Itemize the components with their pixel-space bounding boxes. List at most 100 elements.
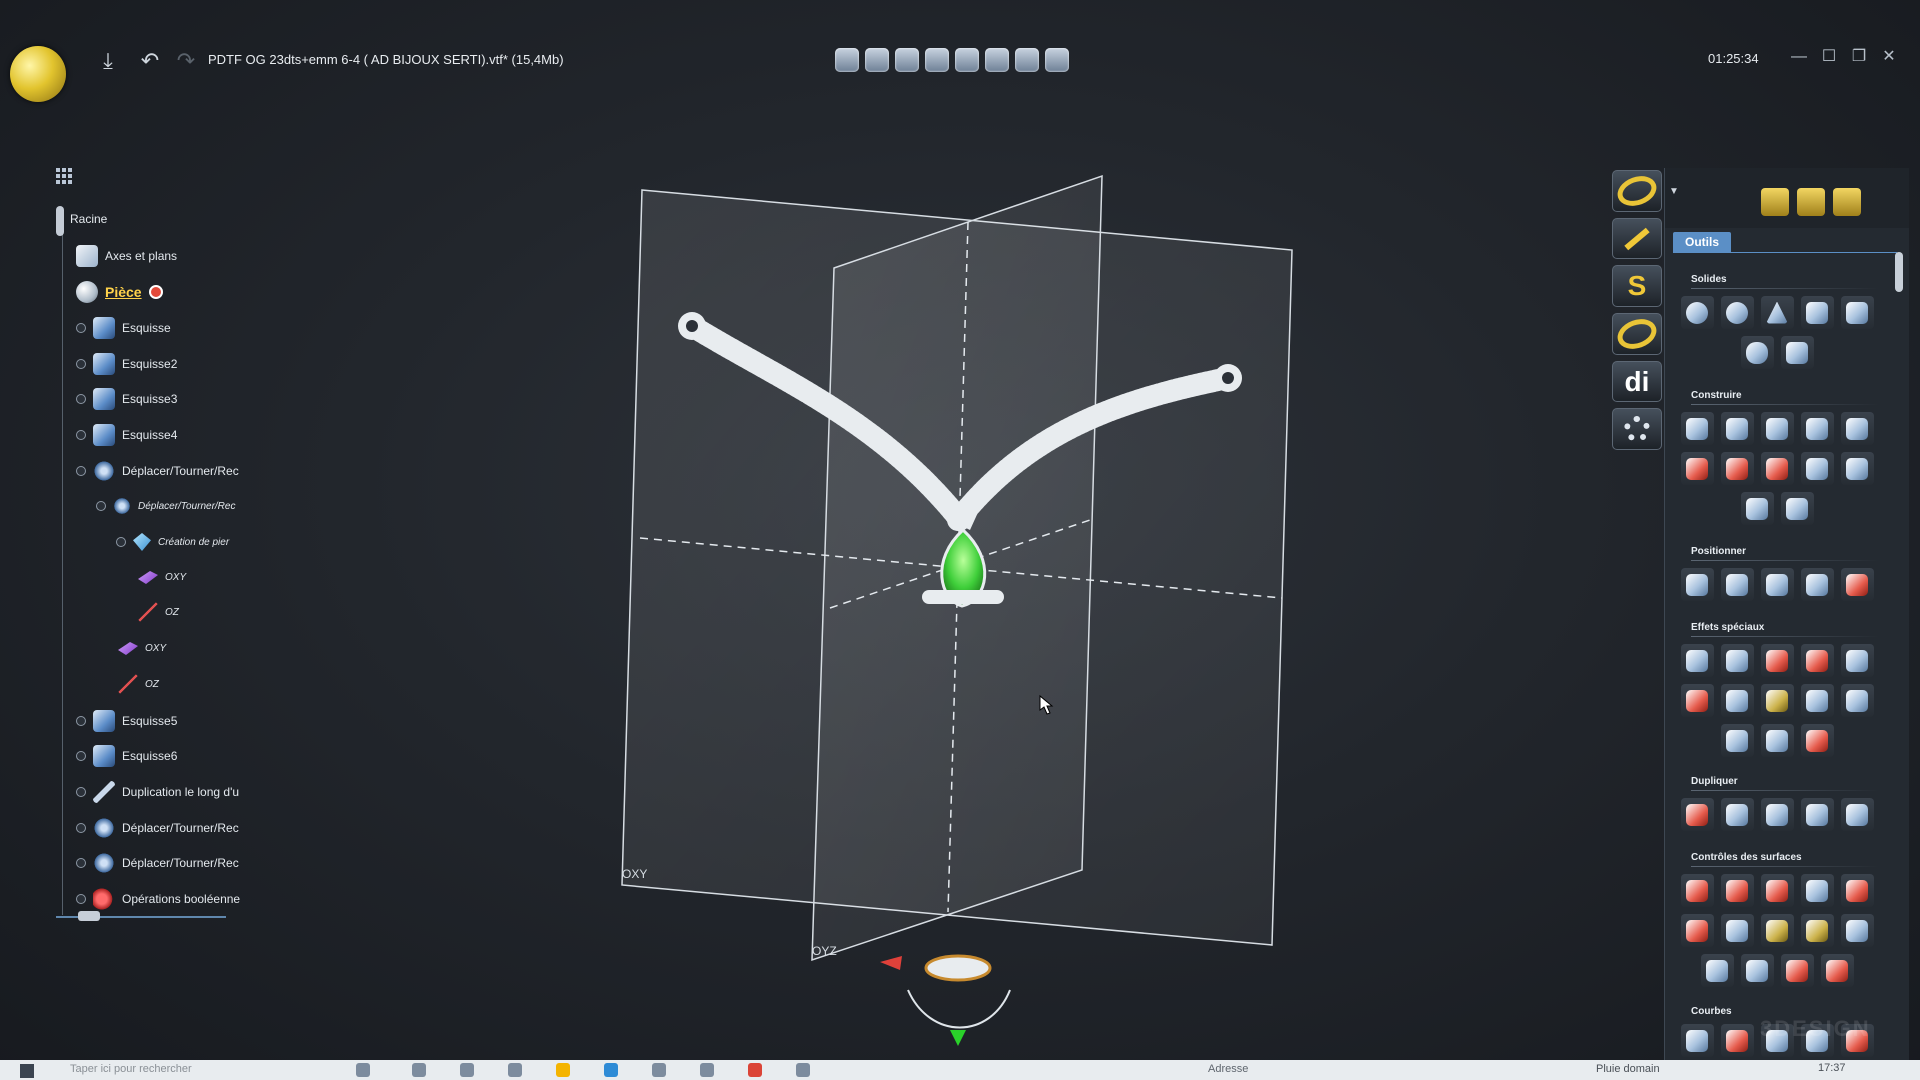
extrude-tool-icon[interactable] [1680, 412, 1714, 445]
color-icon[interactable] [1015, 48, 1039, 72]
split-tool-icon[interactable] [1760, 874, 1794, 907]
cut-tool-icon[interactable] [1760, 644, 1794, 677]
panel-scrollbar[interactable] [1895, 252, 1903, 292]
measure-icon[interactable] [865, 48, 889, 72]
tree-item-esquisse2[interactable]: Esquisse2 [76, 352, 177, 376]
capsule-tool-icon[interactable] [1740, 336, 1774, 369]
control-points-tool-icon[interactable] [1680, 874, 1714, 907]
color-surface-tool-icon[interactable] [1760, 914, 1794, 947]
expand-icon[interactable] [76, 751, 86, 761]
app-icon[interactable] [700, 1063, 714, 1077]
tree-item-esquisse[interactable]: Esquisse [76, 316, 171, 340]
sphere-tool-icon[interactable] [1680, 296, 1714, 329]
tree-item-move-rotate-3[interactable]: Déplacer/Tourner/Rec [76, 851, 239, 875]
weather-status[interactable]: Pluie domain [1596, 1063, 1660, 1075]
lattice-icon[interactable] [925, 48, 949, 72]
tree-item-move-rotate-child[interactable]: Déplacer/Tourner/Rec [96, 494, 235, 518]
edge-icon[interactable] [604, 1063, 618, 1077]
tree-item-esquisse4[interactable]: Esquisse4 [76, 423, 177, 447]
drawing-module-button[interactable] [1612, 217, 1662, 260]
tree-item-move-rotate-2[interactable]: Déplacer/Tourner/Rec [76, 816, 239, 840]
emboss-tool-icon[interactable] [1680, 644, 1714, 677]
grid-view-icon[interactable] [1045, 48, 1069, 72]
torus-tool-icon[interactable] [1720, 296, 1754, 329]
tree-item-oz-inner[interactable]: OZ [138, 600, 179, 624]
tree-item-duplication[interactable]: Duplication le long d'u [76, 780, 239, 804]
tree-item-esquisse5[interactable]: Esquisse5 [76, 709, 177, 733]
app-icon[interactable] [412, 1063, 426, 1077]
parts-icon[interactable] [1761, 188, 1789, 216]
save-icon[interactable]: ⤓ [95, 48, 121, 74]
blade-tool-icon[interactable] [1800, 452, 1834, 485]
box-deform-tool-icon[interactable] [1680, 914, 1714, 947]
snap-tool-icon[interactable] [1840, 568, 1874, 601]
sweep-tool-icon[interactable] [1760, 412, 1794, 445]
chrome-icon[interactable] [748, 1063, 762, 1077]
wrap-tool-icon[interactable] [1740, 954, 1774, 987]
tree-item-esquisse6[interactable]: Esquisse6 [76, 744, 177, 768]
expand-icon[interactable] [76, 858, 86, 868]
jewel-module-button[interactable] [1612, 313, 1662, 355]
project-tool-icon[interactable] [1720, 914, 1754, 947]
tree-item-oxy-inner[interactable]: OXY [138, 565, 186, 589]
tree-scrollbar[interactable] [56, 206, 64, 236]
expand-icon[interactable] [76, 466, 86, 476]
expand-icon[interactable] [76, 430, 86, 440]
surface-tool-icon[interactable] [1780, 492, 1814, 525]
expand-icon[interactable] [76, 323, 86, 333]
windows-start-icon[interactable] [20, 1064, 34, 1078]
stone-icon[interactable] [895, 48, 919, 72]
restore-icon[interactable]: ❐ [1848, 46, 1870, 68]
smooth-tool-icon[interactable] [1700, 954, 1734, 987]
transform-icon[interactable] [985, 48, 1009, 72]
undo-icon[interactable]: ↶ [137, 48, 163, 74]
hammer-tool-icon[interactable] [1720, 684, 1754, 717]
pattern-tool-icon[interactable] [1720, 644, 1754, 677]
folder-icon[interactable] [556, 1063, 570, 1077]
di-module-button[interactable]: di [1612, 360, 1662, 403]
minimize-icon[interactable]: — [1788, 46, 1810, 68]
tree-item-esquisse3[interactable]: Esquisse3 [76, 387, 177, 411]
tree-item-oxy[interactable]: OXY [118, 636, 166, 660]
expand-icon[interactable] [76, 359, 86, 369]
redo-icon[interactable]: ↷ [173, 48, 199, 74]
app-icon[interactable] [508, 1063, 522, 1077]
knife-tool-icon[interactable] [1840, 914, 1874, 947]
pin-tool-icon[interactable] [1800, 914, 1834, 947]
taskbar-search-input[interactable]: Taper ici pour rechercher [70, 1063, 192, 1075]
tab-outils[interactable]: Outils [1673, 232, 1731, 252]
cone-tool-icon[interactable] [1760, 296, 1794, 329]
expand-icon[interactable] [96, 501, 106, 511]
app-logo-icon[interactable] [10, 46, 66, 102]
tube-tool-icon[interactable] [1840, 296, 1874, 329]
settings-module-button[interactable] [1612, 408, 1662, 451]
align-tool-icon[interactable] [1800, 568, 1834, 601]
render-icon[interactable] [835, 48, 859, 72]
grid-copy-tool-icon[interactable] [1760, 798, 1794, 831]
seal-tool-icon[interactable] [1820, 954, 1854, 987]
fill-tool-icon[interactable] [1780, 954, 1814, 987]
close-icon[interactable]: ✕ [1878, 46, 1900, 68]
mesh-tool-icon[interactable] [1680, 452, 1714, 485]
app-icon[interactable] [652, 1063, 666, 1077]
tree-item-axes-et-plans[interactable]: Axes et plans [76, 244, 177, 268]
expand-icon[interactable] [76, 894, 86, 904]
shell-tool-icon[interactable] [1840, 452, 1874, 485]
task-view-icon[interactable] [356, 1063, 370, 1077]
bar-tool-icon[interactable] [1740, 492, 1774, 525]
expand-icon[interactable] [116, 537, 126, 547]
ring-module-button[interactable] [1612, 170, 1662, 212]
cylinder-tool-icon[interactable] [1800, 296, 1834, 329]
mirror-tool-icon[interactable] [1720, 798, 1754, 831]
app-icon[interactable] [460, 1063, 474, 1077]
circular-copy-tool-icon[interactable] [1680, 798, 1714, 831]
hole-tool-icon[interactable] [1680, 684, 1714, 717]
bend-tool-icon[interactable] [1760, 452, 1794, 485]
gem-tools-icon[interactable] [1797, 188, 1825, 216]
twist-tool-icon[interactable] [1800, 644, 1834, 677]
engrave-tool-icon[interactable] [1800, 684, 1834, 717]
place-tool-icon[interactable] [1760, 568, 1794, 601]
maximize-icon[interactable]: ☐ [1818, 46, 1840, 68]
curve-module-button[interactable]: S [1612, 265, 1662, 308]
heal-tool-icon[interactable] [1800, 724, 1834, 757]
